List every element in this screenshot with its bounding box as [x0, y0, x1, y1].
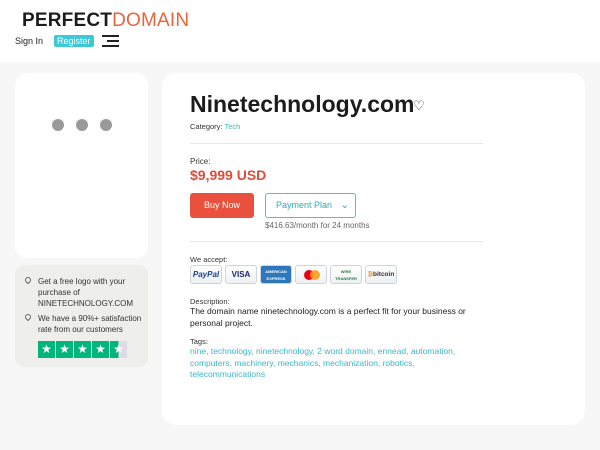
payment-methods: PayPal VISA AMERICAN EXPRESS mastercard …	[190, 265, 397, 284]
loading-dot	[100, 119, 112, 131]
trustpilot-rating[interactable]: ★ ★ ★ ★ ★	[38, 341, 127, 358]
category-label: Category:	[190, 122, 223, 131]
description-label: Description:	[190, 297, 230, 306]
price-value: $9,999 USD	[190, 167, 267, 183]
bitcoin-icon: ₿bitcoin	[365, 265, 397, 284]
paypal-icon: PayPal	[190, 265, 222, 284]
tags-label: Tags:	[190, 337, 208, 346]
loading-dot	[76, 119, 88, 131]
category-link[interactable]: Tech	[224, 122, 240, 131]
bitcoin-label: bitcoin	[373, 271, 395, 278]
wire-transfer-icon: WIRE TRANSFER	[330, 265, 362, 284]
amex-icon: AMERICAN EXPRESS	[260, 265, 292, 284]
loading-dot	[52, 119, 64, 131]
promo-text: We have a 90%+ satisfaction rate from ou…	[38, 314, 142, 334]
domain-title: Ninetechnology.com	[190, 91, 415, 117]
monthly-price: $416.63/month for 24 months	[265, 221, 370, 230]
star-icon: ★	[38, 341, 55, 358]
star-icon: ★	[56, 341, 73, 358]
map-pin-icon	[23, 312, 33, 322]
domain-image-card	[15, 73, 148, 258]
chevron-down-icon: ⌄	[340, 200, 349, 211]
logo-light-text: DOMAIN	[112, 10, 190, 31]
tags-list[interactable]: nine, technology, ninetechnology, 2 word…	[190, 346, 490, 381]
buy-now-button[interactable]: Buy Now	[190, 193, 254, 218]
site-logo[interactable]: PERFECTDOMAIN	[22, 10, 189, 32]
logo-bold-text: PERFECT	[22, 10, 113, 31]
promo-box: Get a free logo with your purchase of NI…	[15, 265, 148, 367]
sign-in-link[interactable]: Sign In	[15, 36, 43, 46]
map-pin-icon	[23, 275, 33, 285]
payment-plan-dropdown[interactable]: Payment Plan ⌄	[265, 193, 356, 218]
price-label: Price:	[190, 157, 211, 166]
star-icon: ★	[74, 341, 91, 358]
payment-plan-label: Payment Plan	[276, 200, 333, 210]
divider	[190, 241, 483, 242]
visa-icon: VISA	[225, 265, 257, 284]
half-star-icon: ★	[110, 341, 127, 358]
register-button[interactable]: Register	[54, 35, 94, 47]
description-text: The domain name ninetechnology.com is a …	[190, 306, 466, 328]
hamburger-menu-icon[interactable]	[102, 35, 119, 48]
heart-icon[interactable]: ♡	[413, 98, 425, 114]
site-header: PERFECTDOMAIN Sign In Register	[0, 0, 600, 62]
mastercard-icon: mastercard	[295, 265, 327, 284]
accept-label: We accept:	[190, 255, 228, 264]
divider	[190, 143, 483, 144]
promo-text: Get a free logo with your purchase of NI…	[38, 277, 133, 308]
category-line: Category: Tech	[190, 122, 240, 131]
domain-detail-card: Ninetechnology.com ♡ Category: Tech Pric…	[162, 73, 585, 425]
star-icon: ★	[92, 341, 109, 358]
